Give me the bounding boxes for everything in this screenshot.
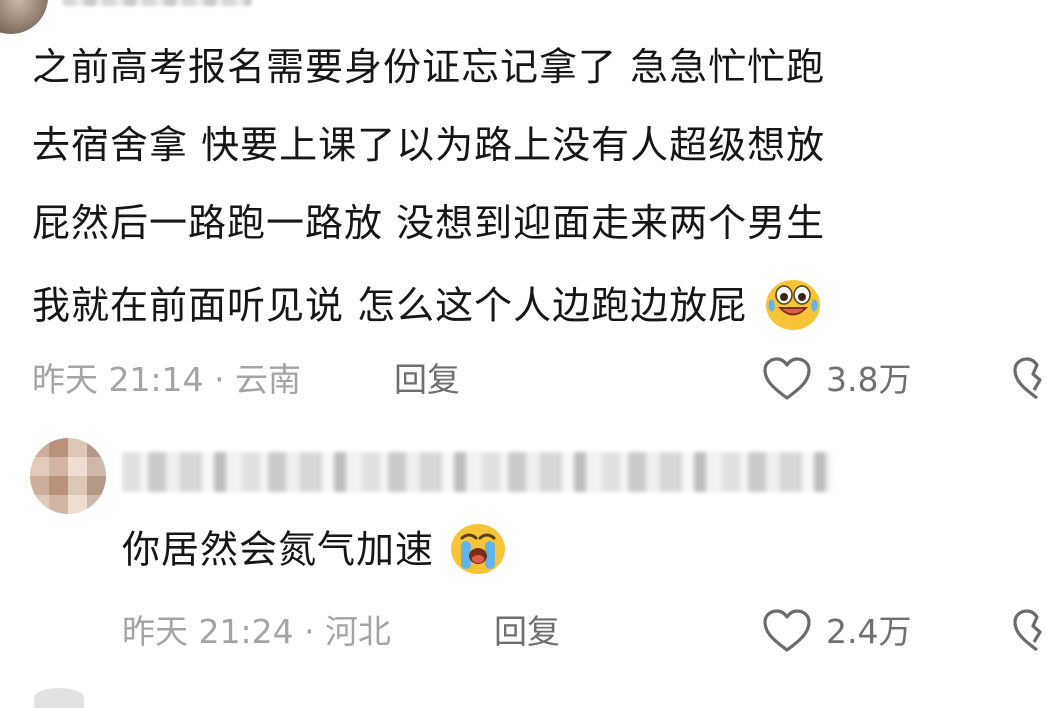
reply-avatar[interactable]: [30, 438, 106, 514]
comment-meta: 昨天 21:14 · 云南: [32, 360, 302, 399]
comment-like-count: 3.8万: [826, 360, 912, 399]
comment-text-line-3: 屁然后一路跑一路放 没想到迎面走来两个男生: [32, 201, 826, 245]
laughing-crying-emoji-icon: [764, 276, 822, 332]
top-username-blurred[interactable]: [62, 0, 252, 6]
reply-dislike-broken-heart-icon[interactable]: [1012, 608, 1047, 658]
comment-dislike-broken-heart-icon[interactable]: [1012, 356, 1047, 406]
reply-text: 你居然会氮气加速: [122, 524, 507, 580]
comment-text-line-4-text: 我就在前面听见说 怎么这个人边跑边放屁: [32, 283, 748, 328]
reply-text-content: 你居然会氮气加速: [122, 527, 435, 572]
comment-reply-button[interactable]: 回复: [394, 360, 460, 400]
top-avatar[interactable]: [0, 0, 48, 34]
comment-text-line-2: 去宿舍拿 快要上课了以为路上没有人超级想放: [32, 123, 826, 167]
reply-like-heart-icon[interactable]: [762, 608, 812, 658]
comment-text-line-1: 之前高考报名需要身份证忘记拿了 急急忙忙跑: [32, 45, 826, 89]
reply-reply-button[interactable]: 回复: [494, 612, 560, 652]
comment-like-heart-icon[interactable]: [762, 356, 812, 406]
reply-like-count: 2.4万: [826, 612, 912, 651]
comment-text-line-4: 我就在前面听见说 怎么这个人边跑边放屁: [32, 280, 822, 336]
crying-face-emoji-icon: [449, 520, 507, 576]
reply-meta: 昨天 21:24 · 河北: [122, 612, 392, 651]
next-item-avatar-partial[interactable]: [34, 688, 84, 708]
reply-username-blurred[interactable]: [122, 452, 832, 492]
